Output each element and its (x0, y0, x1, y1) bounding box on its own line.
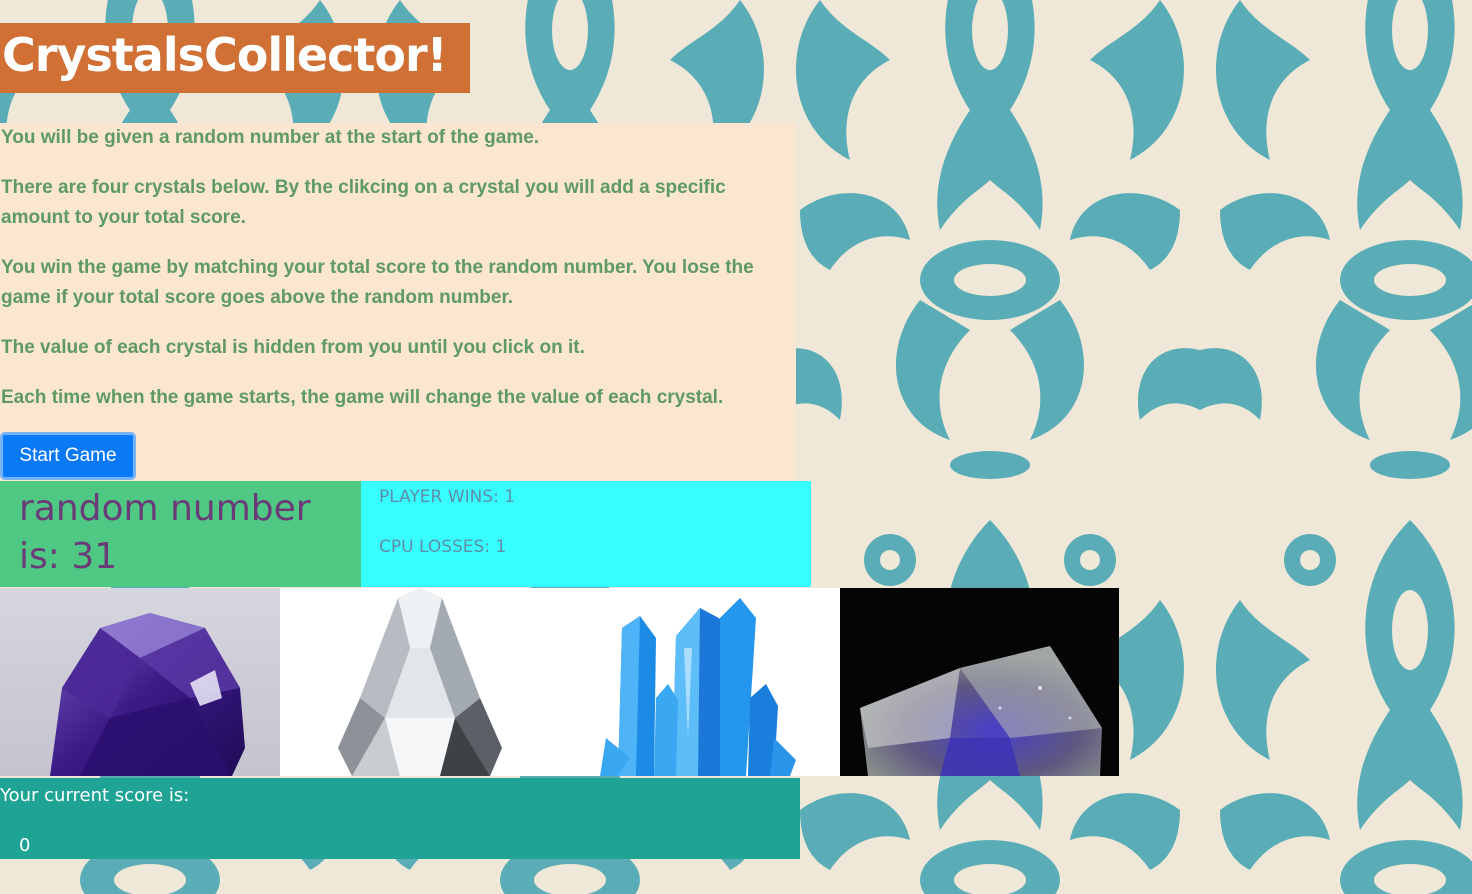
page-title: CrystalsCollector! (2, 28, 448, 82)
amethyst-crystal-icon (0, 588, 280, 776)
instructions-panel: You will be given a random number at the… (0, 123, 796, 481)
title-banner: CrystalsCollector! (0, 23, 470, 93)
random-number-text: random number is: 31 (19, 488, 311, 577)
start-game-button[interactable]: Start Game (0, 432, 136, 480)
crystal-button-1[interactable] (0, 588, 280, 776)
instruction-paragraph: There are four crystals below. By the cl… (1, 177, 726, 228)
cpu-losses-count: CPU LOSSES: 1 (379, 537, 507, 557)
crystal-button-3[interactable] (560, 588, 840, 776)
random-number-panel: random number is: 31 (0, 481, 361, 587)
player-wins-count: PLAYER WINS: 1 (379, 487, 516, 507)
instruction-paragraph: The value of each crystal is hidden from… (1, 337, 585, 358)
crystal-button-2[interactable] (280, 588, 560, 776)
current-score-panel: Your current score is: 0 (0, 778, 800, 859)
instruction-paragraph: You win the game by matching your total … (1, 257, 754, 308)
instruction-paragraph: Each time when the game starts, the game… (1, 387, 724, 408)
current-score-label: Your current score is: (0, 785, 190, 806)
blue-quartz-cluster-icon (560, 588, 840, 776)
crystal-button-4[interactable] (840, 588, 1119, 776)
instruction-paragraph: You will be given a random number at the… (1, 127, 540, 148)
scoreboard-panel: PLAYER WINS: 1 CPU LOSSES: 1 (361, 481, 811, 587)
current-score-value: 0 (19, 835, 31, 856)
clear-faceted-crystal-icon (280, 588, 560, 776)
fluorite-crystal-icon (840, 588, 1119, 776)
